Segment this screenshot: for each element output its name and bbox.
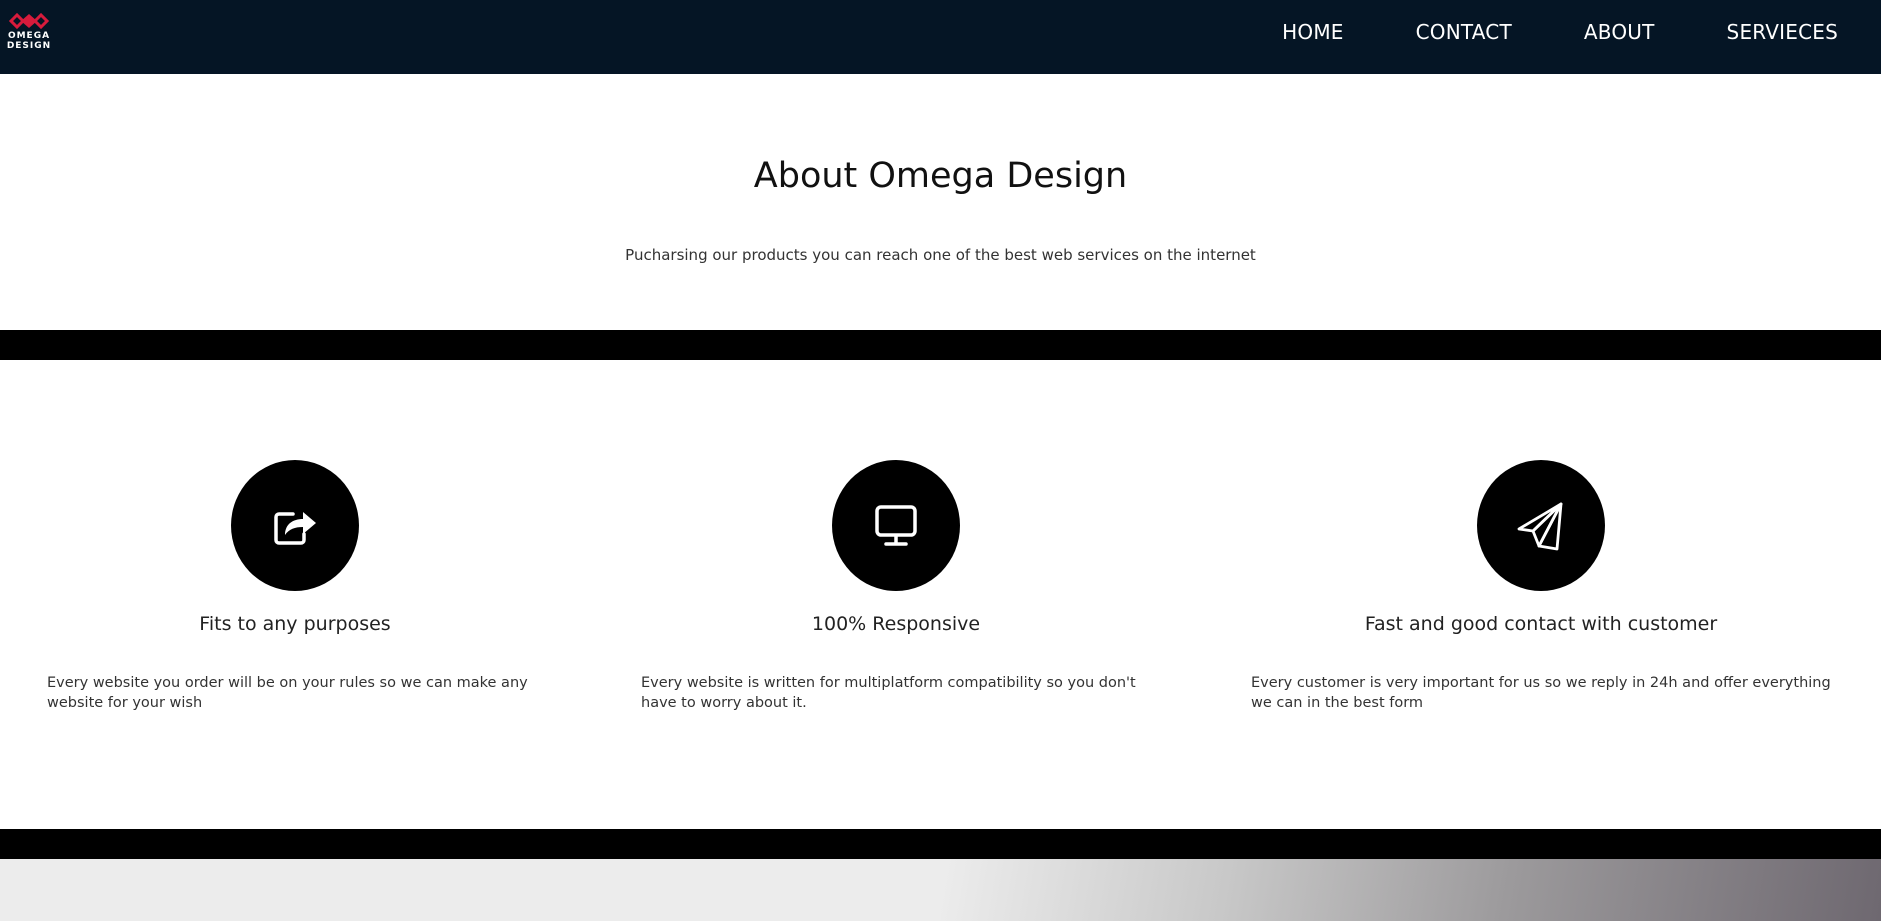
feature-text: Every website you order will be on your … xyxy=(47,675,528,711)
nav-link-services[interactable]: SERVIECES xyxy=(1727,20,1838,44)
feature-title: Fits to any purposes xyxy=(199,613,391,635)
main-nav: HOME CONTACT ABOUT SERVIECES xyxy=(1282,0,1838,64)
nav-link-home[interactable]: HOME xyxy=(1282,20,1343,44)
nav-link-contact[interactable]: CONTACT xyxy=(1416,20,1512,44)
gradient-banner xyxy=(0,859,1881,921)
logo-text-line1: OMEGA xyxy=(7,31,51,41)
logo[interactable]: OMEGA DESIGN xyxy=(4,13,54,57)
share-icon xyxy=(274,511,316,545)
about-title: About Omega Design xyxy=(753,156,1128,196)
about-subtitle: Pucharsing our products you can reach on… xyxy=(625,246,1256,264)
feature-text: Every customer is very important for us … xyxy=(1251,675,1831,711)
features-section: Fits to any purposes Every website you o… xyxy=(0,360,1881,829)
feature-icon-circle xyxy=(1477,460,1605,591)
monitor-icon xyxy=(875,504,917,546)
feature-text: Every website is written for multiplatfo… xyxy=(641,675,1136,711)
nav-link-about[interactable]: ABOUT xyxy=(1584,20,1655,44)
navbar: OMEGA DESIGN HOME CONTACT ABOUT SERVIECE… xyxy=(0,0,1881,74)
feature-icon-circle xyxy=(832,460,960,591)
section-divider xyxy=(0,829,1881,859)
feature-title: Fast and good contact with customer xyxy=(1364,613,1718,635)
feature-icon-circle xyxy=(231,460,359,591)
feature-title: 100% Responsive xyxy=(811,613,981,635)
paper-plane-icon xyxy=(1517,502,1563,550)
about-section: About Omega Design Pucharsing our produc… xyxy=(0,74,1881,330)
logo-text-line2: DESIGN xyxy=(6,41,52,51)
omega-logo-icon xyxy=(9,13,49,29)
logo-text: OMEGA DESIGN xyxy=(4,31,54,51)
section-divider xyxy=(0,330,1881,360)
